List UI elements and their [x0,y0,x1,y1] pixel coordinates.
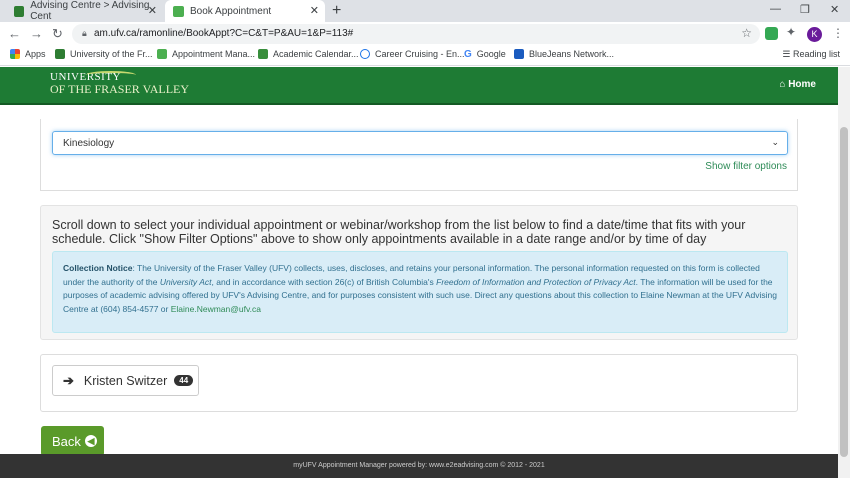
bookmark-label: BlueJeans Network... [529,49,615,59]
reload-icon[interactable]: ↻ [52,26,63,42]
home-label: Home [788,79,816,90]
page-footer: myUFV Appointment Manager powered by: ww… [0,454,838,478]
career-icon [360,49,370,59]
ufv-favicon-icon [14,5,25,17]
avatar[interactable]: K [807,27,822,42]
back-label: Back [52,433,81,449]
lock-icon[interactable]: 🔒︎ [82,28,87,39]
logo-swoosh [86,71,136,79]
back-arrow-icon[interactable]: ← [8,26,21,41]
home-icon: ⌂ [779,79,789,90]
filter-panel: Kinesiology ⌄ Show filter options [40,119,798,191]
minimize-icon[interactable]: — [770,3,781,15]
new-tab-icon[interactable]: + [332,2,341,20]
forward-arrow-icon[interactable]: → [30,26,43,41]
browser-toolbar: ← → ↻ 🔒︎ am.ufv.ca/ramonline/BookAppt?C=… [0,22,850,46]
tab-book-appointment[interactable]: Book Appointment ✕ [165,0,325,22]
bookmark-label: Appointment Mana... [172,49,256,59]
instructions-text: Scroll down to select your individual ap… [52,218,746,246]
notice-act: Freedom of Information and Protection of… [436,276,636,287]
bookmark-label: University of the Fr... [70,49,153,59]
bookmark-star-icon[interactable]: ☆ [741,26,752,40]
email-link[interactable]: Elaine.Newman@ufv.ca [171,304,261,314]
appointment-favicon-icon [173,5,184,17]
reading-list-label: Reading list [792,49,840,59]
tab-title: Book Appointment [190,5,272,17]
bookmark-appointment[interactable]: Appointment Mana... [157,49,255,59]
scrollbar-thumb[interactable] [840,127,848,457]
advisor-name: Kristen Switzer [83,373,168,388]
close-tab-icon[interactable]: ✕ [310,4,319,17]
arrow-right-icon: ➔ [63,372,74,388]
bluejeans-icon [514,49,524,59]
browser-tab-strip: Advising Centre > Advising Cent ✕ Book A… [0,0,850,22]
collection-notice: Collection Notice: The University of the… [52,251,788,333]
reading-list[interactable]: ☰ Reading list [782,49,840,60]
chevron-down-icon: ⌄ [771,137,779,147]
notice-act: University Act [159,276,212,287]
ufv-logo[interactable]: UNIVERSITY OF THE FRASER VALLEY [50,71,189,97]
bookmark-career[interactable]: Career Cruising - En... [360,49,465,59]
home-link[interactable]: ⌂ Home [779,79,816,90]
bookmark-label: Career Cruising - En... [375,49,465,59]
extension-icon[interactable] [765,27,778,40]
back-button[interactable]: Back ◀ [41,426,104,456]
appointment-count-badge: 44 [174,375,194,386]
puzzle-icon[interactable]: ✦ [786,25,799,39]
menu-kebab-icon[interactable]: ⋮ [832,26,844,40]
google-icon: G [464,49,472,60]
calendar-icon [258,49,268,59]
maximize-icon[interactable]: ❐ [800,3,810,16]
tab-advising-centre[interactable]: Advising Centre > Advising Cent ✕ [8,0,163,22]
show-filter-options-link[interactable]: Show filter options [705,161,787,172]
page-content: UNIVERSITY OF THE FRASER VALLEY ⌂ Home K… [0,67,838,478]
logo-line2: OF THE FRASER VALLEY [50,82,190,96]
advisor-button[interactable]: ➔ Kristen Switzer 44 [52,365,199,396]
bookmark-calendar[interactable]: Academic Calendar... [258,49,359,59]
advisor-list-panel: ➔ Kristen Switzer 44 [40,354,798,412]
bookmark-label: Google [476,49,506,59]
bookmark-apps[interactable]: Apps [10,49,46,59]
bookmark-bluejeans[interactable]: BlueJeans Network... [514,49,614,59]
instructions-panel: Scroll down to select your individual ap… [40,205,798,340]
notice-text: , and in accordance with section 26(c) o… [211,276,437,287]
circle-arrow-left-icon: ◀ [84,435,97,447]
bookmark-label: Academic Calendar... [273,49,359,59]
bookmark-google[interactable]: G Google [464,49,506,60]
tab-title: Advising Centre > Advising Cent [30,0,150,22]
bookmarks-bar: Apps University of the Fr... Appointment… [0,46,850,66]
close-tab-icon[interactable]: ✕ [148,4,157,17]
selected-program: Kinesiology [63,138,115,149]
window-close-icon[interactable]: ✕ [830,3,839,16]
ufv-icon [55,49,65,59]
notice-heading: Collection Notice [63,263,133,273]
reading-list-icon: ☰ [782,49,793,59]
bookmark-ufv[interactable]: University of the Fr... [55,49,153,59]
apps-grid-icon [10,49,20,59]
address-bar[interactable]: 🔒︎ am.ufv.ca/ramonline/BookAppt?C=C&T=P&… [72,24,760,44]
page-scrollbar[interactable] [838,67,850,478]
appointment-icon [157,49,167,59]
program-select[interactable]: Kinesiology ⌄ [52,131,788,155]
url-text[interactable]: am.ufv.ca/ramonline/BookAppt?C=C&T=P&AU=… [94,28,353,39]
site-header: UNIVERSITY OF THE FRASER VALLEY ⌂ Home [0,67,838,105]
bookmark-label: Apps [25,49,46,59]
